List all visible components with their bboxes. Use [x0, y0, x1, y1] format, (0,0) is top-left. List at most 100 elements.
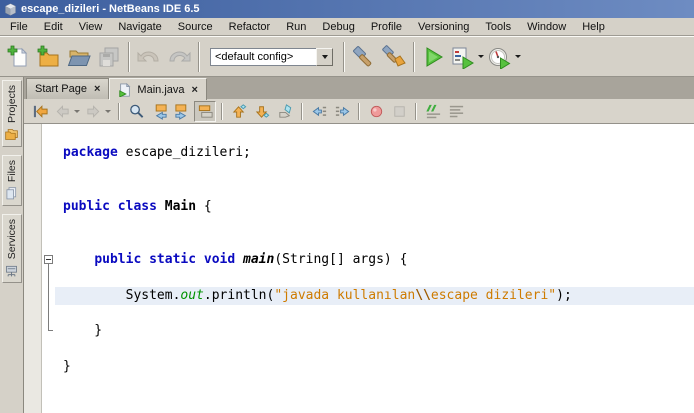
- netbeans-cube-icon: [4, 3, 17, 16]
- toggle-bookmark-button[interactable]: [274, 101, 296, 122]
- code-token: public static void: [94, 252, 235, 267]
- dropdown-arrow-icon: [105, 110, 111, 116]
- code-line-1[interactable]: package escape_dizileri;: [55, 144, 694, 162]
- shift-line-left-button[interactable]: [308, 101, 330, 122]
- code-token: }: [63, 359, 71, 374]
- code-line-7[interactable]: public static void main(String[] args) {: [55, 251, 694, 269]
- find-next-button[interactable]: [171, 101, 193, 122]
- code-line-4[interactable]: public class Main {: [55, 198, 694, 216]
- menu-file[interactable]: File: [2, 19, 36, 35]
- config-combo-dropdown-button[interactable]: [316, 48, 333, 66]
- debug-project-button[interactable]: [449, 42, 486, 72]
- debug-icon: [451, 45, 475, 69]
- menu-source[interactable]: Source: [170, 19, 221, 35]
- toolbar-separator: [128, 42, 130, 72]
- code-line-9[interactable]: System.out.println("javada kullanılan\\e…: [55, 287, 694, 305]
- tab-close-icon[interactable]: ×: [192, 85, 198, 95]
- comment-button[interactable]: [422, 101, 444, 122]
- shift-line-right-button[interactable]: [331, 101, 353, 122]
- next-bookmark-icon: [254, 103, 271, 120]
- code-line-12[interactable]: [55, 340, 694, 358]
- menu-navigate[interactable]: Navigate: [110, 19, 169, 35]
- menu-help[interactable]: Help: [574, 19, 613, 35]
- code-token: public class: [63, 199, 157, 214]
- find-next-icon: [174, 103, 191, 120]
- code-token: Main: [165, 199, 196, 214]
- code-token: escape dizileri": [431, 288, 556, 303]
- uncomment-icon: [448, 103, 465, 120]
- code-line-8[interactable]: [55, 269, 694, 287]
- menu-debug[interactable]: Debug: [314, 19, 362, 35]
- profile-icon: [488, 45, 512, 69]
- open-project-button[interactable]: [64, 42, 94, 72]
- build-icon: [352, 45, 376, 69]
- sidebar-item-label: Projects: [6, 85, 18, 123]
- toolbar-separator: [415, 103, 417, 120]
- clean-and-build-project-button[interactable]: [379, 42, 409, 72]
- stop-macro-recording-button[interactable]: [388, 101, 410, 122]
- back-icon: [54, 103, 71, 120]
- sidebar-item-projects[interactable]: Projects: [2, 80, 22, 147]
- code-line-6[interactable]: [55, 233, 694, 251]
- highlight-icon: [197, 103, 214, 120]
- new-project-button[interactable]: [34, 42, 64, 72]
- code-line-3[interactable]: [55, 180, 694, 198]
- code-line-5[interactable]: [55, 215, 694, 233]
- back-button[interactable]: [52, 101, 82, 122]
- menu-versioning[interactable]: Versioning: [410, 19, 477, 35]
- code-token: [157, 199, 165, 214]
- code-editor[interactable]: package escape_dizileri;public class Mai…: [24, 124, 694, 413]
- tab-start-page[interactable]: Start Page×: [26, 78, 109, 99]
- redo-button[interactable]: [164, 42, 194, 72]
- menu-profile[interactable]: Profile: [363, 19, 410, 35]
- profile-project-button[interactable]: [486, 42, 523, 72]
- code-line-10[interactable]: [55, 305, 694, 323]
- code-area[interactable]: package escape_dizileri;public class Mai…: [55, 144, 694, 376]
- toggle-highlight-search-button[interactable]: [194, 101, 216, 122]
- tab-close-icon[interactable]: ×: [94, 84, 100, 94]
- config-combo[interactable]: <default config>: [210, 48, 333, 66]
- clean-build-icon: [382, 45, 406, 69]
- dropdown-arrow-icon: [74, 110, 80, 116]
- files-icon: [4, 186, 19, 201]
- menu-view[interactable]: View: [71, 19, 111, 35]
- undo-button[interactable]: [134, 42, 164, 72]
- menu-edit[interactable]: Edit: [36, 19, 71, 35]
- menu-window[interactable]: Window: [519, 19, 574, 35]
- forward-button[interactable]: [83, 101, 113, 122]
- toolbar-separator: [221, 103, 223, 120]
- shift-right-icon: [334, 103, 351, 120]
- new-file-button[interactable]: [4, 42, 34, 72]
- config-combo-value: <default config>: [210, 48, 316, 66]
- main-toolbar: <default config>: [0, 36, 694, 77]
- code-token: [235, 252, 243, 267]
- menu-run[interactable]: Run: [278, 19, 314, 35]
- menu-refactor[interactable]: Refactor: [221, 19, 279, 35]
- uncomment-button[interactable]: [445, 101, 467, 122]
- menu-tools[interactable]: Tools: [477, 19, 519, 35]
- code-token: {: [196, 199, 212, 214]
- run-project-button[interactable]: [419, 42, 449, 72]
- code-line-11[interactable]: }: [55, 322, 694, 340]
- code-token: [63, 252, 94, 267]
- find-selection-button[interactable]: [125, 101, 147, 122]
- undo-icon: [137, 45, 161, 69]
- shift-left-icon: [311, 103, 328, 120]
- last-edit-location-button[interactable]: [29, 101, 51, 122]
- sidebar-item-services[interactable]: Services: [2, 214, 22, 283]
- sidebar-item-files[interactable]: Files: [2, 155, 22, 206]
- save-all-button[interactable]: [94, 42, 124, 72]
- find-previous-button[interactable]: [148, 101, 170, 122]
- code-token: package: [63, 145, 118, 160]
- find-icon: [128, 103, 145, 120]
- new-project-icon: [37, 45, 61, 69]
- tab-main-java[interactable]: Main.java×: [109, 78, 207, 100]
- previous-bookmark-button[interactable]: [228, 101, 250, 122]
- build-project-button[interactable]: [349, 42, 379, 72]
- editor-gutter[interactable]: [24, 124, 42, 413]
- next-bookmark-button[interactable]: [251, 101, 273, 122]
- code-line-13[interactable]: }: [55, 358, 694, 376]
- code-line-2[interactable]: [55, 162, 694, 180]
- java-file-icon: [118, 83, 132, 97]
- start-macro-recording-button[interactable]: [365, 101, 387, 122]
